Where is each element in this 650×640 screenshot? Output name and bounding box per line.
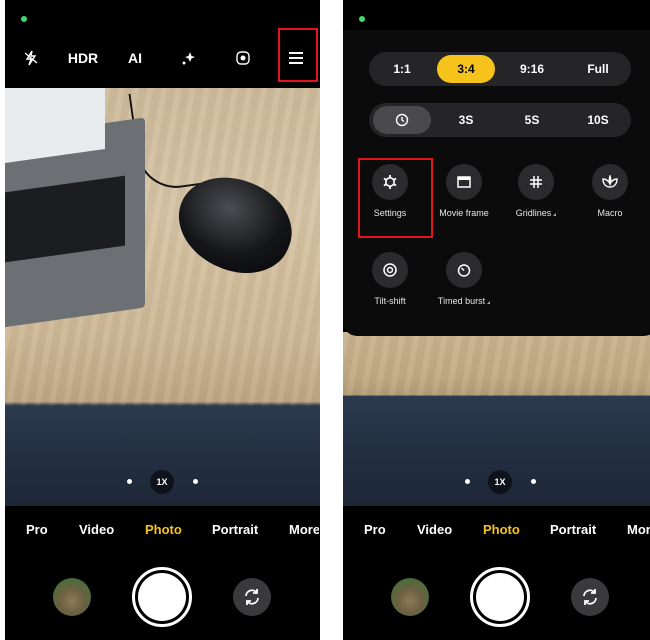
shutter-button[interactable]	[132, 567, 192, 627]
aspect-full[interactable]: Full	[569, 52, 627, 86]
switch-camera-button[interactable]	[233, 578, 271, 616]
target-icon	[383, 263, 397, 277]
mode-portrait[interactable]: Portrait	[550, 522, 596, 537]
aspect-3-4[interactable]: 3:4	[437, 55, 495, 83]
mode-pro[interactable]: Pro	[364, 522, 386, 537]
gallery-thumbnail[interactable]	[391, 578, 429, 616]
timer-selector: 3S 5S 10S	[369, 103, 631, 137]
aspect-1-1[interactable]: 1:1	[373, 52, 431, 86]
hdr-button[interactable]: HDR	[65, 30, 101, 86]
aspect-9-16[interactable]: 9:16	[503, 52, 561, 86]
aspect-ratio-selector: 1:1 3:4 9:16 Full	[369, 52, 631, 86]
camera-screen-main: HDR AI 1X Pro Video Photo Portrait More	[5, 0, 320, 640]
shutter-button[interactable]	[470, 567, 530, 627]
zoom-level-badge[interactable]: 1X	[150, 470, 174, 494]
tilt-shift-item[interactable]: Tilt-shift	[355, 252, 425, 322]
macro-label: Macro	[597, 208, 623, 218]
switch-camera-button[interactable]	[571, 578, 609, 616]
camera-toolbar: HDR AI	[5, 30, 320, 86]
mode-video[interactable]: Video	[79, 522, 114, 537]
flash-off-icon[interactable]	[19, 30, 43, 86]
ai-button[interactable]: AI	[123, 30, 147, 86]
macro-item[interactable]: Macro	[575, 164, 645, 234]
expand-indicator-icon	[553, 213, 557, 216]
timed-burst-item[interactable]: Timed burst	[429, 252, 499, 322]
lens-icon[interactable]	[231, 30, 255, 86]
grid-icon	[530, 176, 542, 188]
gallery-thumbnail[interactable]	[53, 578, 91, 616]
status-indicator	[21, 16, 27, 22]
switch-camera-icon	[245, 589, 259, 605]
zoom-selector[interactable]: 1X	[5, 470, 320, 494]
mode-bar: Pro Video Photo Portrait More	[343, 516, 650, 546]
timer-5s[interactable]: 5S	[503, 103, 561, 137]
settings-highlight-box	[358, 158, 433, 238]
mode-bar: Pro Video Photo Portrait More	[5, 516, 320, 546]
mode-photo[interactable]: Photo	[483, 522, 520, 537]
flower-icon	[602, 175, 618, 188]
mode-pro[interactable]: Pro	[26, 522, 48, 537]
movie-frame-icon	[457, 176, 471, 188]
timed-burst-label: Timed burst	[419, 296, 509, 306]
mode-video[interactable]: Video	[417, 522, 452, 537]
zoom-level-badge[interactable]: 1X	[488, 470, 512, 494]
mode-more[interactable]: More	[289, 522, 319, 537]
timer-3s[interactable]: 3S	[437, 103, 495, 137]
timer-off[interactable]	[373, 106, 431, 134]
expand-indicator-icon	[487, 301, 491, 304]
beauty-icon[interactable]	[177, 30, 201, 86]
zoom-selector[interactable]: 1X	[343, 470, 650, 494]
movie-frame-item[interactable]: Movie frame	[429, 164, 499, 234]
status-indicator	[359, 16, 365, 22]
timer-10s[interactable]: 10S	[569, 103, 627, 137]
clock-icon	[395, 113, 409, 127]
mode-portrait[interactable]: Portrait	[212, 522, 258, 537]
timer-icon	[457, 264, 471, 277]
mode-photo[interactable]: Photo	[145, 522, 182, 537]
mode-more[interactable]: More	[627, 522, 650, 537]
camera-viewfinder[interactable]	[5, 88, 320, 506]
menu-highlight-box	[278, 28, 318, 82]
camera-screen-menu: 1:1 3:4 9:16 Full 3S 5S 10S Settings Mov…	[343, 0, 650, 640]
switch-camera-icon	[583, 589, 597, 605]
gridlines-item[interactable]: Gridlines	[501, 164, 571, 234]
